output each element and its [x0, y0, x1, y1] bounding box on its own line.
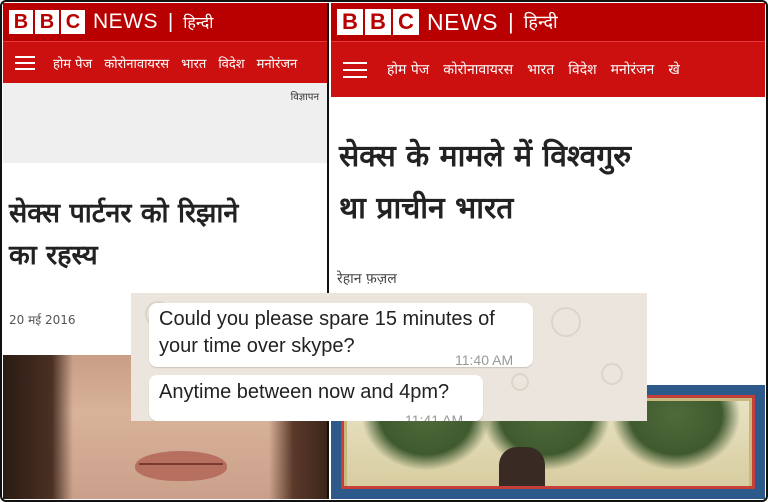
message-text: Anytime between now and 4pm?	[159, 381, 450, 403]
header-separator: |	[508, 9, 514, 34]
bbc-logo-letter: B	[365, 9, 391, 35]
language-label[interactable]: हिन्दी	[183, 11, 213, 33]
bbc-logo-letter: C	[393, 9, 419, 35]
bbc-logo[interactable]: B B C	[337, 9, 421, 35]
bbc-header: B B C NEWS | हिन्दी	[3, 3, 327, 41]
headline-line: सेक्स के मामले में विश्वगुरु	[339, 139, 632, 174]
message-timestamp: 11:41 AM	[405, 412, 464, 421]
bbc-logo-letter: C	[61, 10, 85, 34]
bbc-logo-letter: B	[337, 9, 363, 35]
main-nav: होम पेज कोरोनावायरस भारत विदेश मनोरंजन	[3, 41, 327, 83]
header-separator: |	[168, 10, 174, 33]
nav-item-entertainment[interactable]: मनोरंजन	[611, 60, 655, 79]
headline-line: सेक्स पार्टनर को रिझाने	[9, 198, 239, 229]
nav-item-india[interactable]: भारत	[181, 54, 206, 72]
left-article-screenshot: B B C NEWS | हिन्दी होम पेज कोरोनावायरस …	[3, 3, 329, 499]
article-headline[interactable]: सेक्स पार्टनर को रिझाने का रहस्य	[3, 163, 327, 277]
message-text: Could you please spare 15 minutes of	[159, 308, 495, 330]
nav-item-world[interactable]: विदेश	[568, 60, 596, 79]
nav-item-home[interactable]: होम पेज	[387, 60, 429, 79]
headline-line: था प्राचीन भारत	[339, 191, 514, 226]
right-article-screenshot: B B C NEWS | हिन्दी होम पेज कोरोनावायरस …	[331, 3, 765, 499]
nav-item-world[interactable]: विदेश	[218, 54, 244, 72]
bbc-logo-letter: B	[35, 10, 59, 34]
ad-banner[interactable]: विज्ञापन	[3, 83, 327, 163]
nav-item-coronavirus[interactable]: कोरोनावायरस	[443, 60, 513, 79]
news-wordmark: NEWS	[427, 8, 498, 35]
bbc-header: B B C NEWS | हिन्दी	[331, 3, 765, 41]
news-wordmark: NEWS	[93, 10, 158, 33]
nav-item-entertainment[interactable]: मनोरंजन	[257, 54, 298, 72]
chat-message[interactable]: Anytime between now and 4pm? 11:41 AM	[149, 375, 483, 421]
article-date: 20 मई 2016	[9, 313, 76, 327]
nav-item-sports[interactable]: खे	[668, 60, 679, 79]
article-author[interactable]: रेहान फ़ज़ल	[337, 269, 397, 288]
bbc-logo-letter: B	[9, 10, 33, 34]
nav-item-home[interactable]: होम पेज	[53, 54, 92, 72]
article-headline[interactable]: सेक्स के मामले में विश्वगुरु था प्राचीन …	[331, 97, 765, 235]
chat-screenshot: Could you please spare 15 minutes of you…	[131, 293, 647, 421]
bbc-logo[interactable]: B B C	[9, 10, 87, 34]
headline-line: का रहस्य	[9, 240, 98, 271]
lips	[135, 451, 227, 481]
message-timestamp: 11:40 AM	[455, 352, 514, 368]
hamburger-menu-icon[interactable]	[343, 61, 367, 78]
hamburger-menu-icon[interactable]	[15, 55, 35, 70]
ad-label: विज्ञापन	[290, 92, 319, 103]
nav-item-coronavirus[interactable]: कोरोनावायरस	[104, 54, 169, 72]
language-label[interactable]: हिन्दी	[524, 10, 558, 34]
nav-item-india[interactable]: भारत	[527, 60, 554, 79]
chat-message[interactable]: Could you please spare 15 minutes of you…	[149, 303, 533, 368]
main-nav: होम पेज कोरोनावायरस भारत विदेश मनोरंजन ख…	[331, 41, 765, 97]
